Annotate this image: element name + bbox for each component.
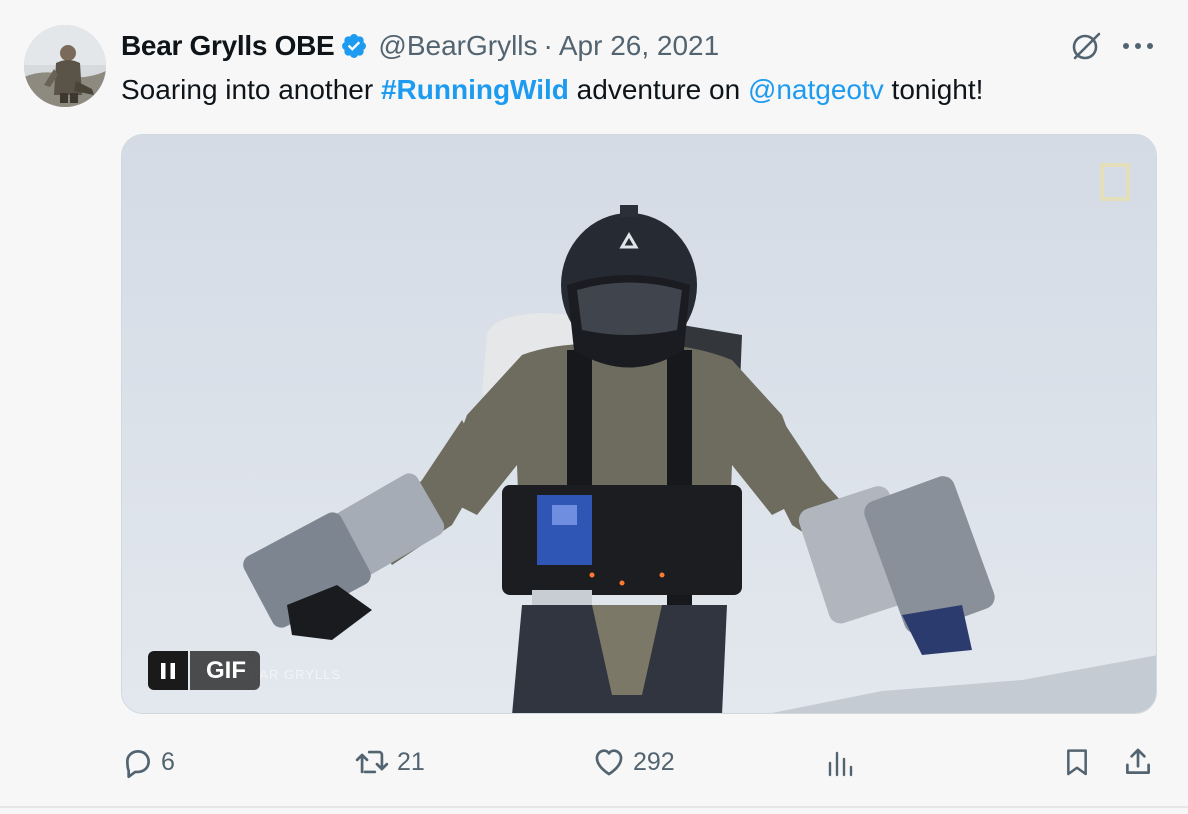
grok-icon (1072, 32, 1101, 60)
share-button[interactable] (1121, 742, 1155, 782)
gif-badge: GIF (190, 651, 260, 690)
reply-count: 6 (161, 747, 175, 776)
more-icon (1123, 43, 1153, 49)
share-icon (1126, 748, 1150, 774)
reply-button[interactable]: 6 (121, 742, 175, 782)
reply-icon (126, 750, 150, 779)
like-count: 292 (633, 747, 675, 776)
pause-icon (161, 662, 175, 679)
bookmark-button[interactable] (1061, 742, 1093, 782)
bookmark-icon (1067, 749, 1087, 776)
tweet-text-prefix: Soaring into another (121, 74, 381, 105)
repost-count: 21 (397, 747, 425, 776)
divider (0, 806, 1188, 808)
avatar[interactable] (24, 25, 106, 107)
analytics-icon (828, 751, 853, 777)
gif-controls: GIF (148, 651, 260, 690)
author-handle[interactable]: @BearGrylls (378, 30, 537, 62)
author-name[interactable]: Bear Grylls OBE (121, 30, 335, 62)
grok-button[interactable] (1068, 28, 1104, 64)
repost-button[interactable]: 21 (353, 742, 425, 782)
tweet-text: Soaring into another #RunningWild advent… (121, 72, 983, 108)
more-button[interactable] (1120, 30, 1156, 62)
pause-button[interactable] (148, 651, 188, 690)
tweet-text-middle: adventure on (568, 74, 748, 105)
verified-badge-icon (342, 34, 367, 58)
mention-link[interactable]: @natgeotv (748, 74, 884, 105)
heart-icon (595, 749, 623, 776)
separator-dot: · (543, 30, 553, 61)
like-button[interactable]: 292 (591, 742, 675, 782)
gif-frame-image (122, 135, 1156, 713)
tweet-date[interactable]: Apr 26, 2021 (559, 30, 719, 62)
tweet-text-suffix: tonight! (883, 74, 984, 105)
tweet-header: Bear Grylls OBE @BearGrylls · Apr 26, 20… (121, 28, 719, 64)
views-button[interactable] (826, 742, 856, 782)
action-bar: 6 21 292 (121, 742, 1161, 782)
repost-icon (355, 750, 389, 774)
hashtag-link[interactable]: #RunningWild (381, 74, 569, 105)
tweet-card[interactable]: Bear Grylls OBE @BearGrylls · Apr 26, 20… (0, 0, 1188, 808)
gif-media[interactable]: BEAR GRYLLS GIF (121, 134, 1157, 714)
